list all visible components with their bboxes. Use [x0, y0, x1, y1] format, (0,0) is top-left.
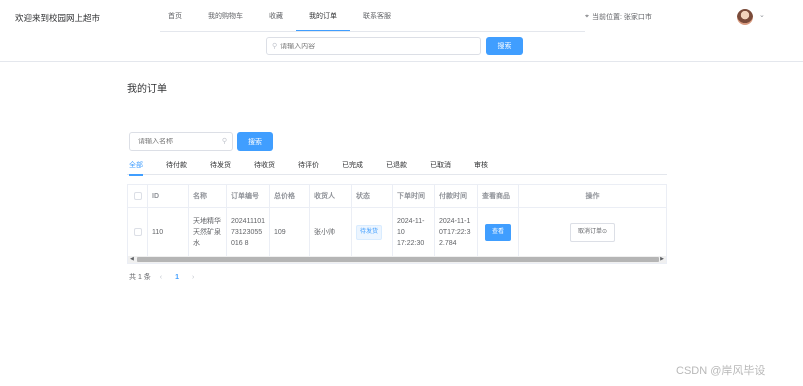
- chevron-down-icon[interactable]: ⌄: [759, 11, 765, 19]
- scroll-right-icon[interactable]: ▶: [660, 256, 664, 263]
- cell-view: 查看: [478, 208, 519, 256]
- table-header-row: ID 名称 订单编号 总价格 收货人 状态 下单时间 付款时间 查看商品 操作: [128, 185, 666, 208]
- tab-refunded[interactable]: 已退款: [386, 156, 407, 175]
- select-all-checkbox[interactable]: [133, 192, 142, 200]
- nav-home[interactable]: 首页: [155, 0, 195, 32]
- main-nav: 首页 我的购物车 收藏 我的订单 联系客服: [155, 0, 404, 32]
- col-view-goods: 查看商品: [478, 185, 519, 207]
- scrollbar-thumb[interactable]: [137, 257, 659, 262]
- prev-page-icon[interactable]: ‹: [160, 274, 162, 281]
- order-search-input[interactable]: [138, 138, 213, 145]
- cell-receiver: 张小帅: [310, 208, 352, 256]
- tab-pending-shipment[interactable]: 待发货: [210, 156, 231, 175]
- top-header: 欢迎来到校园网上超市 首页 我的购物车 收藏 我的订单 联系客服 ⌖ 当前位置:…: [0, 0, 803, 62]
- col-total: 总价格: [270, 185, 310, 207]
- site-brand: 欢迎来到校园网上超市: [15, 13, 101, 23]
- pagination-total: 共 1 条: [129, 274, 151, 281]
- header-search-button[interactable]: 搜索: [486, 37, 523, 55]
- col-pay-time: 付款时间: [435, 185, 478, 207]
- nav-my-orders[interactable]: 我的订单: [296, 0, 350, 32]
- cell-total: 109: [270, 208, 310, 256]
- scroll-left-icon[interactable]: ◀: [130, 256, 134, 263]
- cell-id: 110: [148, 208, 189, 256]
- row-checkbox[interactable]: [133, 228, 142, 236]
- nav-favorites[interactable]: 收藏: [256, 0, 296, 32]
- tab-pending-receipt[interactable]: 待收货: [254, 156, 275, 175]
- order-status-tabs: 全部 待付款 待发货 待收货 待评价 已完成 已退款 已取消 审核: [127, 156, 667, 176]
- location-info: ⌖ 当前位置: 张家口市: [585, 12, 652, 22]
- tab-audit[interactable]: 审核: [474, 156, 488, 175]
- col-actions: 操作: [585, 192, 600, 200]
- pagination: 共 1 条 ‹ 1 ›: [129, 272, 203, 282]
- page-title: 我的订单: [127, 84, 167, 95]
- orders-table: ID 名称 订单编号 总价格 收货人 状态 下单时间 付款时间 查看商品 操作 …: [127, 184, 667, 264]
- search-icon: ⚲: [272, 43, 278, 50]
- tab-all[interactable]: 全部: [129, 156, 143, 176]
- header-search-box: ⚲: [266, 37, 481, 55]
- table-row: 110 天地精华天然矿泉水 20241110173123055016 8 109…: [128, 208, 666, 256]
- next-page-icon[interactable]: ›: [192, 274, 194, 281]
- cancel-order-button[interactable]: 取消订单⊙: [569, 222, 616, 242]
- cell-order-time: 2024-11-10 17:22:30: [393, 208, 435, 256]
- cell-order-no: 20241110173123055016 8: [227, 208, 270, 256]
- col-order-time: 下单时间: [393, 185, 435, 207]
- nav-divider: [160, 31, 585, 32]
- nav-customer-service[interactable]: 联系客服: [350, 0, 404, 32]
- location-pin-icon: ⌖: [585, 13, 589, 20]
- search-icon: ⚲: [221, 138, 227, 145]
- cell-name: 天地精华天然矿泉水: [189, 208, 227, 256]
- tab-pending-payment[interactable]: 待付款: [166, 156, 187, 175]
- col-name: 名称: [189, 185, 227, 207]
- tab-pending-review[interactable]: 待评价: [298, 156, 319, 175]
- col-status: 状态: [352, 185, 393, 207]
- cell-actions: 取消订单⊙: [519, 208, 666, 256]
- location-label: 当前位置: 张家口市: [591, 14, 652, 21]
- tab-cancelled[interactable]: 已取消: [430, 156, 451, 175]
- horizontal-scrollbar[interactable]: ◀ ▶: [128, 256, 666, 263]
- order-search-box: ⚲: [129, 132, 233, 151]
- page-number[interactable]: 1: [175, 274, 179, 281]
- col-id: ID: [148, 185, 189, 207]
- row-select-cell: [128, 208, 148, 256]
- select-all-cell: [128, 185, 148, 207]
- tab-completed[interactable]: 已完成: [342, 156, 363, 175]
- cell-pay-time: 2024-11-10T17:22:32.784: [435, 208, 478, 256]
- nav-cart[interactable]: 我的购物车: [195, 0, 256, 32]
- cell-status: 待发货: [352, 208, 393, 256]
- view-goods-button[interactable]: 查看: [484, 223, 511, 241]
- avatar[interactable]: [737, 9, 753, 25]
- status-badge: 待发货: [356, 224, 383, 240]
- col-receiver: 收货人: [310, 185, 352, 207]
- order-search-button[interactable]: 搜索: [237, 132, 273, 151]
- col-order-no: 订单编号: [227, 185, 270, 207]
- header-search-input[interactable]: [280, 42, 451, 50]
- watermark: CSDN @岸风毕设: [676, 365, 766, 377]
